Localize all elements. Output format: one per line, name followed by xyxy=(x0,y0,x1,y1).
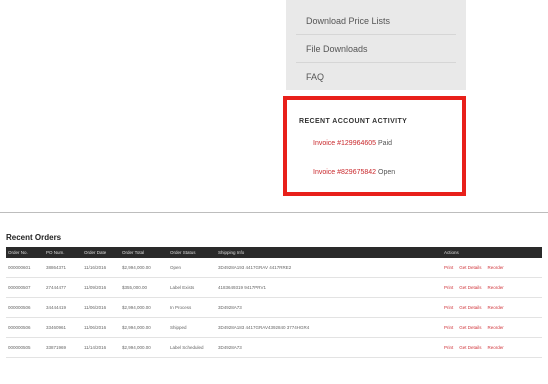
reorder-link[interactable]: Reorder xyxy=(488,265,504,270)
activity-item-invoice[interactable]: Invoice #129964605 Paid xyxy=(313,140,392,147)
section-divider xyxy=(0,212,548,213)
table-row: 000000507 27444477 11/09/2016 $355,000.0… xyxy=(6,277,542,298)
nav-link-download-price-lists[interactable]: Download Price Lists xyxy=(306,16,390,26)
cell-shipping-info: 3D4928A183 4417GRAV4392840 3774HGR4 xyxy=(216,317,442,338)
cell-total: $2,994,000.00 xyxy=(120,317,168,338)
recent-orders-title: Recent Orders xyxy=(6,233,62,242)
column-header-order-date[interactable]: Order Date xyxy=(82,247,120,258)
print-link[interactable]: Print xyxy=(444,325,453,330)
cell-order-no: 000000507 xyxy=(6,277,44,298)
invoice-number[interactable]: Invoice #829675842 xyxy=(313,169,376,176)
reorder-link[interactable]: Reorder xyxy=(488,345,504,350)
table-row: 000000601 38864371 11/16/2016 $2,994,000… xyxy=(6,258,542,278)
cell-actions: Print Get Details Reorder xyxy=(442,258,542,278)
cell-date: 11/06/2016 xyxy=(82,297,120,318)
cell-date: 11/06/2016 xyxy=(82,317,120,338)
invoice-status: Open xyxy=(378,169,396,176)
cell-shipping-info: 4183649319 9417PRV1 xyxy=(216,277,442,298)
table-row: 000000505 33871969 11/14/2016 $2,994,000… xyxy=(6,337,542,358)
cell-total: $2,994,000.00 xyxy=(120,337,168,358)
cell-actions: Print Get Details Reorder xyxy=(442,277,542,298)
cell-date: 11/09/2016 xyxy=(82,277,120,298)
table-row: 000000506 34444419 11/06/2016 $2,994,000… xyxy=(6,297,542,318)
column-header-actions: Actions xyxy=(442,247,542,258)
get-details-link[interactable]: Get Details xyxy=(459,285,481,290)
cell-po: 38864371 xyxy=(44,258,82,278)
cell-date: 11/14/2016 xyxy=(82,337,120,358)
cell-actions: Print Get Details Reorder xyxy=(442,297,542,318)
cell-shipping-info: 3D4928A73 xyxy=(216,297,442,318)
cell-status: Label Exists xyxy=(168,277,216,298)
cell-po: 27444477 xyxy=(44,277,82,298)
cell-po: 34444419 xyxy=(44,297,82,318)
print-link[interactable]: Print xyxy=(444,305,453,310)
column-header-order-no[interactable]: Order No. xyxy=(6,247,44,258)
cell-total: $2,994,000.00 xyxy=(120,297,168,318)
cell-date: 11/16/2016 xyxy=(82,258,120,278)
nav-divider xyxy=(296,62,456,63)
nav-link-file-downloads[interactable]: File Downloads xyxy=(306,44,368,54)
reorder-link[interactable]: Reorder xyxy=(488,325,504,330)
recent-orders-table: Order No. PO Num. Order Date Order Total… xyxy=(6,247,542,358)
cell-shipping-info: 3D4928A73 xyxy=(216,337,442,358)
reorder-link[interactable]: Reorder xyxy=(488,285,504,290)
cell-order-no: 000000506 xyxy=(6,317,44,338)
cell-actions: Print Get Details Reorder xyxy=(442,317,542,338)
nav-link-faq[interactable]: FAQ xyxy=(306,72,324,82)
column-header-order-status[interactable]: Order Status xyxy=(168,247,216,258)
column-header-shipping-info[interactable]: Shipping Info xyxy=(216,247,442,258)
invoice-number[interactable]: Invoice #129964605 xyxy=(313,140,376,147)
cell-order-no: 000000505 xyxy=(6,337,44,358)
table-header-row: Order No. PO Num. Order Date Order Total… xyxy=(6,247,542,258)
cell-order-no: 000000506 xyxy=(6,297,44,318)
table-row: 000000506 33460961 11/06/2016 $2,994,000… xyxy=(6,317,542,338)
invoice-status: Paid xyxy=(378,140,393,147)
print-link[interactable]: Print xyxy=(444,265,453,270)
column-header-po[interactable]: PO Num. xyxy=(44,247,82,258)
get-details-link[interactable]: Get Details xyxy=(459,345,481,350)
cell-po: 33871969 xyxy=(44,337,82,358)
get-details-link[interactable]: Get Details xyxy=(459,265,481,270)
cell-status: Label Scheduled xyxy=(168,337,216,358)
cell-po: 33460961 xyxy=(44,317,82,338)
account-nav-panel: Download Price Lists File Downloads FAQ xyxy=(286,0,466,90)
cell-order-no: 000000601 xyxy=(6,258,44,278)
get-details-link[interactable]: Get Details xyxy=(459,325,481,330)
cell-total: $2,994,000.00 xyxy=(120,258,168,278)
activity-item-invoice[interactable]: Invoice #829675842 Open xyxy=(313,169,395,176)
print-link[interactable]: Print xyxy=(444,345,453,350)
reorder-link[interactable]: Reorder xyxy=(488,305,504,310)
cell-actions: Print Get Details Reorder xyxy=(442,337,542,358)
column-header-order-total[interactable]: Order Total xyxy=(120,247,168,258)
get-details-link[interactable]: Get Details xyxy=(459,305,481,310)
cell-status: In Process xyxy=(168,297,216,318)
recent-account-activity-box: RECENT ACCOUNT ACTIVITY Invoice #1299646… xyxy=(283,96,466,196)
print-link[interactable]: Print xyxy=(444,285,453,290)
cell-status: Shipped xyxy=(168,317,216,338)
cell-status: Open xyxy=(168,258,216,278)
cell-shipping-info: 3D4928A193 4417GRAV 4417RRE2 xyxy=(216,258,442,278)
activity-title: RECENT ACCOUNT ACTIVITY xyxy=(299,118,408,125)
cell-total: $355,000.00 xyxy=(120,277,168,298)
nav-divider xyxy=(296,34,456,35)
